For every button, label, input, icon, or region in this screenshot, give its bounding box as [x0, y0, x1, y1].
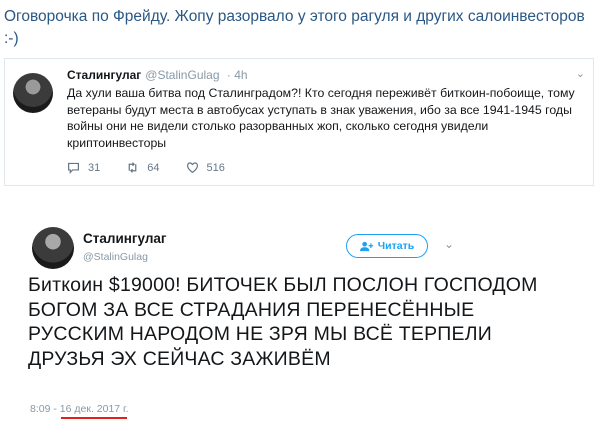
follow-user-icon	[359, 241, 374, 251]
tweet-timestamp[interactable]: 8:09 - 16 дек. 2017 г.	[30, 403, 129, 415]
avatar[interactable]	[32, 227, 74, 269]
tweet-date: 16 дек. 2017 г.	[59, 403, 129, 415]
chevron-down-icon[interactable]: ⌄	[444, 237, 454, 251]
like-icon	[186, 162, 198, 174]
reply-icon	[68, 162, 79, 174]
follow-button[interactable]: Читать	[346, 234, 428, 258]
author-handle[interactable]: @StalinGulag	[83, 251, 148, 263]
avatar[interactable]	[13, 73, 53, 113]
retweet-count: 64	[147, 161, 160, 174]
reply-count: 31	[88, 161, 101, 174]
author-name[interactable]: Сталингулаг	[83, 231, 167, 246]
red-underline	[61, 417, 127, 419]
follow-label: Читать	[377, 240, 415, 252]
embedded-tweet-card[interactable]: Сталингулаг @StalinGulag · 4h ⌄ Да хули в…	[4, 58, 594, 186]
tweet-text: Биткоин $19000! БИТОЧЕК БЫЛ ПОСЛОН ГОСПО…	[28, 274, 538, 370]
chevron-down-icon[interactable]: ⌄	[576, 67, 585, 80]
tweet-time: 8:09 -	[30, 403, 57, 415]
tweet-time[interactable]: · 4h	[227, 68, 248, 82]
post-text: Оговорочка по Фрейду. Жопу разорвало у э…	[4, 8, 585, 47]
tweet-header: Сталингулаг @StalinGulag · 4h	[67, 68, 248, 82]
author-name[interactable]: Сталингулаг	[67, 68, 141, 82]
tweet-actions: 31 64 516	[67, 161, 225, 174]
reply-button[interactable]: 31	[67, 161, 100, 174]
like-button[interactable]: 516	[186, 161, 225, 174]
retweet-icon	[128, 162, 137, 173]
tweet-text: Да хули ваша битва под Сталинградом?! Кт…	[67, 86, 575, 150]
like-count: 516	[206, 161, 225, 174]
author-handle[interactable]: @StalinGulag	[145, 68, 219, 82]
retweet-button[interactable]: 64	[126, 161, 160, 174]
